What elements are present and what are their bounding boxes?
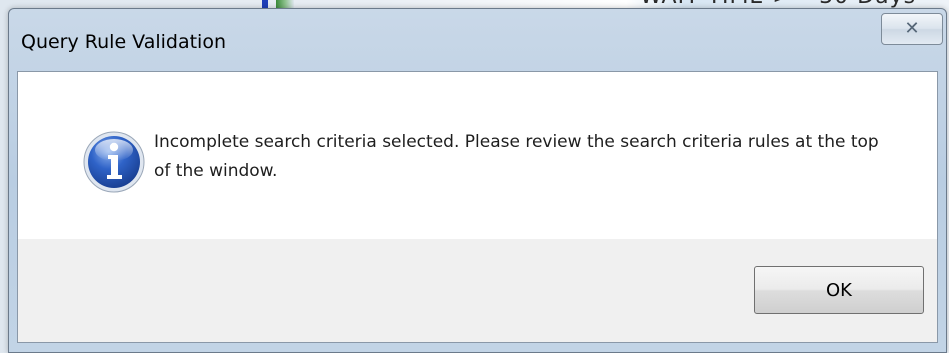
dialog-title: Query Rule Validation xyxy=(21,31,227,53)
info-icon xyxy=(83,131,145,193)
message-area: Incomplete search criteria selected. Ple… xyxy=(18,72,937,239)
ok-button[interactable]: OK xyxy=(754,266,924,314)
close-icon: ✕ xyxy=(904,18,920,39)
dialog-client-area: Incomplete search criteria selected. Ple… xyxy=(17,71,938,343)
message-dialog: Query Rule Validation ✕ Incomplete searc… xyxy=(8,8,947,353)
close-button[interactable]: ✕ xyxy=(881,13,943,45)
dialog-button-bar: OK xyxy=(18,239,937,342)
dialog-message: Incomplete search criteria selected. Ple… xyxy=(154,132,879,181)
dialog-titlebar[interactable]: Query Rule Validation ✕ xyxy=(9,9,946,69)
